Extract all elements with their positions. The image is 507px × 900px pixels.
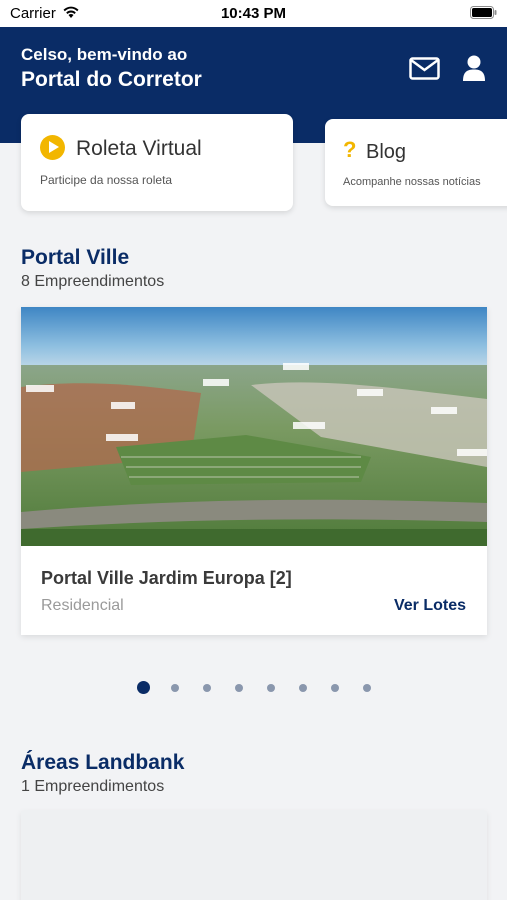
play-icon bbox=[40, 135, 65, 160]
roleta-title: Roleta Virtual bbox=[76, 137, 202, 160]
blog-title: Blog bbox=[366, 141, 407, 163]
pagination-dot[interactable] bbox=[363, 684, 371, 692]
landbank-card[interactable] bbox=[21, 811, 487, 900]
pagination-dot[interactable] bbox=[235, 684, 243, 692]
aerial-photo bbox=[21, 307, 487, 546]
pagination-dot[interactable] bbox=[299, 684, 307, 692]
mail-icon[interactable] bbox=[409, 57, 440, 80]
battery-icon bbox=[470, 6, 497, 19]
development-type: Residencial bbox=[41, 597, 124, 614]
section-count-landbank: 1 Empreendimentos bbox=[21, 778, 165, 795]
pagination-dot[interactable] bbox=[203, 684, 211, 692]
roleta-virtual-card[interactable]: Roleta Virtual Participe da nossa roleta bbox=[21, 114, 293, 211]
page-title: Portal do Corretor bbox=[21, 68, 202, 91]
pagination-dot[interactable] bbox=[331, 684, 339, 692]
blog-subtitle: Acompanhe nossas notícias bbox=[343, 176, 481, 188]
greeting-text: Celso, bem-vindo ao bbox=[21, 45, 188, 64]
pagination-dot-active[interactable] bbox=[137, 681, 150, 694]
question-icon: ? bbox=[343, 137, 357, 162]
development-name: Portal Ville Jardim Europa [2] bbox=[41, 568, 292, 588]
section-count-portal-ville: 8 Empreendimentos bbox=[21, 273, 165, 290]
user-icon[interactable] bbox=[462, 55, 486, 82]
section-title-portal-ville: Portal Ville bbox=[21, 246, 130, 269]
pagination-dot[interactable] bbox=[171, 684, 179, 692]
clock: 10:43 PM bbox=[220, 5, 287, 22]
section-title-landbank: Áreas Landbank bbox=[21, 751, 185, 774]
roleta-subtitle: Participe da nossa roleta bbox=[40, 173, 173, 187]
ver-lotes-link[interactable]: Ver Lotes bbox=[394, 597, 466, 615]
blog-card[interactable]: ? Blog Acompanhe nossas notícias bbox=[325, 119, 507, 206]
development-card[interactable]: Portal Ville Jardim Europa [2] Residenci… bbox=[21, 307, 487, 635]
pagination-dot[interactable] bbox=[267, 684, 275, 692]
status-bar: Carrier 10:43 PM bbox=[0, 0, 507, 27]
